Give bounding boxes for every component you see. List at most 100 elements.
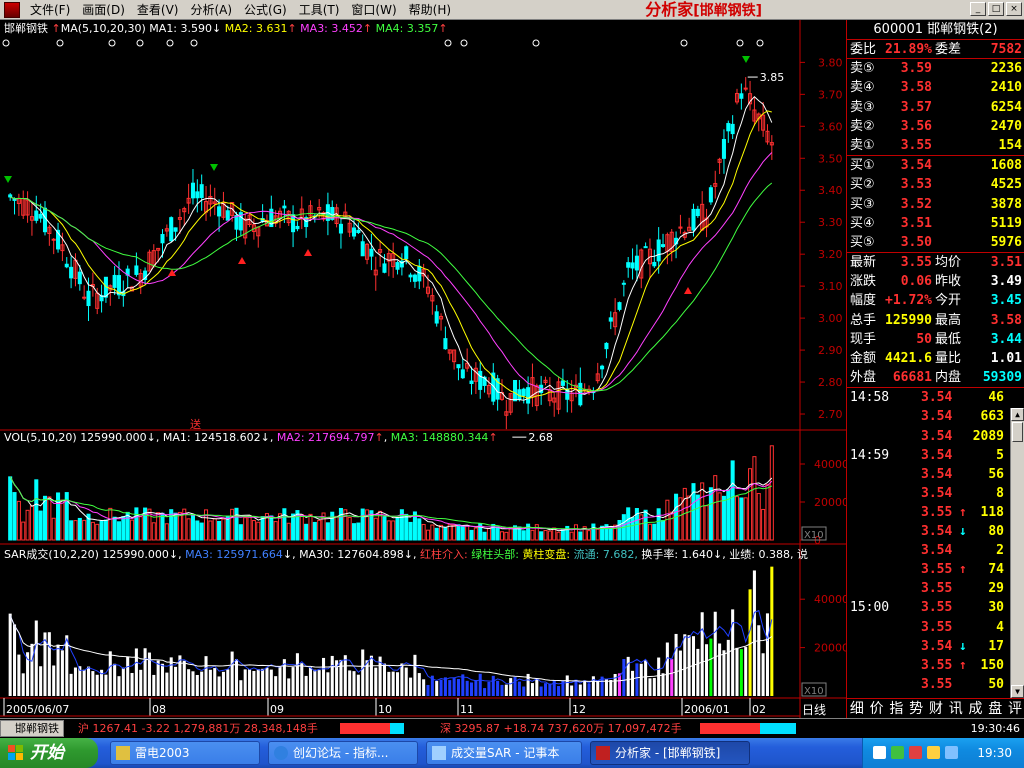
task-leidian[interactable]: 雷电2003 [110,741,260,765]
status-clock: 19:30:46 [970,722,1020,735]
sar-unit-label: X10 [804,686,824,697]
tick-volume: 30 [988,600,1004,616]
tick-price: 3.55 [921,600,953,616]
quote-tab[interactable]: 讯 [949,699,963,718]
tick-volume: 5 [996,447,1004,463]
menu-analysis[interactable]: 分析(A) [184,0,238,20]
quote-tab[interactable]: 成 [968,699,982,718]
tick-time: 14:58 [850,390,890,406]
sar-volume-bar [469,682,474,696]
tick-row: 3.55 ↑ 150 [847,656,1024,675]
sar-volume-bar [648,678,652,696]
quote-tab[interactable]: 评 [1008,699,1022,718]
menu-view-screen[interactable]: 画面(D) [76,0,131,20]
menu-tools[interactable]: 工具(T) [293,0,346,20]
ma3-line [10,152,773,395]
scroll-thumb[interactable] [1012,422,1023,442]
menu-window[interactable]: 窗口(W) [345,0,402,20]
sar-volume-bar [108,651,112,696]
bid-row[interactable]: 买② 3.53 4525 [847,175,1024,194]
ask-row[interactable]: 卖① 3.55 154 [847,136,1024,155]
volume-bar [221,518,226,541]
signal-marker-icon [136,39,144,47]
sar-volume-bar [213,668,217,696]
speaker-icon[interactable] [873,746,886,759]
volume-bar [660,520,666,541]
price-legend: 邯郸钢铁 ↑MA(5,10,20,30) MA1: 3.590↓ MA2: 3.… [4,22,448,35]
quote-tab[interactable]: 细 [850,699,864,718]
close-button[interactable]: × [1006,2,1022,16]
sar-volume-bar [82,669,86,696]
candle-body [417,265,422,282]
network-icon[interactable] [891,746,904,759]
sar-volume-bar [426,684,430,696]
quote-tab[interactable]: 财 [929,699,943,718]
menu-help[interactable]: 帮助(H) [403,0,457,20]
volume-bar [382,516,387,541]
tick-scrollbar[interactable]: ▲ ▼ [1010,408,1024,698]
stock-tab[interactable]: 邯郸钢铁 [0,720,64,737]
tick-row: 3.54 56 [847,465,1024,484]
legend-vol-ma2: MA2: 217694.797 [276,431,375,444]
bid-row[interactable]: 买⑤ 3.50 5976 [847,233,1024,252]
row-value-2: 3.45 [990,293,1022,309]
messenger-icon[interactable] [945,746,958,759]
quote-tab[interactable]: 盘 [988,699,1002,718]
chart-canvas[interactable]: 3.80 3.70 3.60 3.50 3.40 3.30 3.20 3.10 3.00 2.90… [0,20,846,718]
candle-body [630,262,635,269]
task-forum[interactable]: 创幻论坛 - 指标... [268,741,418,765]
volume-bar [465,525,470,541]
sar-volume-bar [765,613,769,696]
signal-marker-icon [190,39,198,47]
signal-marker-icon [680,39,688,47]
sar-volume-bar [221,671,225,696]
ask-row[interactable]: 卖④ 3.58 2410 [847,78,1024,97]
ma4-line [10,182,773,392]
quote-tab[interactable]: 势 [909,699,923,718]
sar-volume-bar [174,666,178,696]
menu-file[interactable]: 文件(F) [24,0,76,20]
volume-bar [304,523,309,541]
start-button[interactable]: 开始 [0,738,98,768]
volume-bar [482,531,487,541]
antivirus-icon[interactable] [909,746,922,759]
bid-price: 3.51 [900,215,932,231]
bid-row[interactable]: 买① 3.54 1608 [847,156,1024,175]
restore-button[interactable]: □ [988,2,1004,16]
row-label: 最新 [850,255,877,271]
sar-volume-bar [356,674,360,696]
signal-marker-icon [166,39,174,47]
bid-row[interactable]: 买③ 3.52 3878 [847,195,1024,214]
bid-row[interactable]: 买④ 3.51 5119 [847,214,1024,233]
tick-list[interactable]: 14:58 3.54 46 3.54 663 3.54 2089 14:59 3.54 5 3.54… [847,388,1024,694]
chart-area[interactable]: 3.80 3.70 3.60 3.50 3.40 3.30 3.20 3.10 3.00 2.90… [0,20,846,718]
task-notepad[interactable]: 成交量SAR - 记事本 [426,741,582,765]
minimize-button[interactable]: _ [970,2,986,16]
ime-icon[interactable] [927,746,940,759]
sar-volume-bar [252,670,256,696]
sar-volume-bar [361,649,365,696]
stat-row: 最新 3.55 均价 3.51 [847,253,1024,272]
scroll-down-icon[interactable]: ▼ [1011,685,1024,698]
ask-volume: 6254 [990,99,1022,115]
ask-row[interactable]: 卖⑤ 3.59 2236 [847,59,1024,78]
sar-volume-bar [326,672,330,696]
volume-bar [743,497,748,541]
tick-row: 3.54 8 [847,484,1024,503]
menu-formula[interactable]: 公式(G) [238,0,293,20]
folder-icon [116,746,130,760]
row-value: 50 [916,331,932,347]
sar-volume-bar [539,686,543,696]
sar-volume-bar [300,663,304,696]
x-tick-label: 10 [378,703,392,716]
ask-row[interactable]: 卖③ 3.57 6254 [847,98,1024,117]
task-fenxijia[interactable]: 分析家 - [邯郸钢铁] [590,741,750,765]
sar-volume-bar [696,648,700,696]
sar-volume-bar [413,654,417,696]
quote-tab[interactable]: 价 [870,699,884,718]
ask-row[interactable]: 卖② 3.56 2470 [847,117,1024,136]
sar-volume-bar [665,642,669,696]
quote-tab[interactable]: 指 [889,699,903,718]
scroll-up-icon[interactable]: ▲ [1011,408,1024,421]
menu-view[interactable]: 查看(V) [131,0,185,20]
